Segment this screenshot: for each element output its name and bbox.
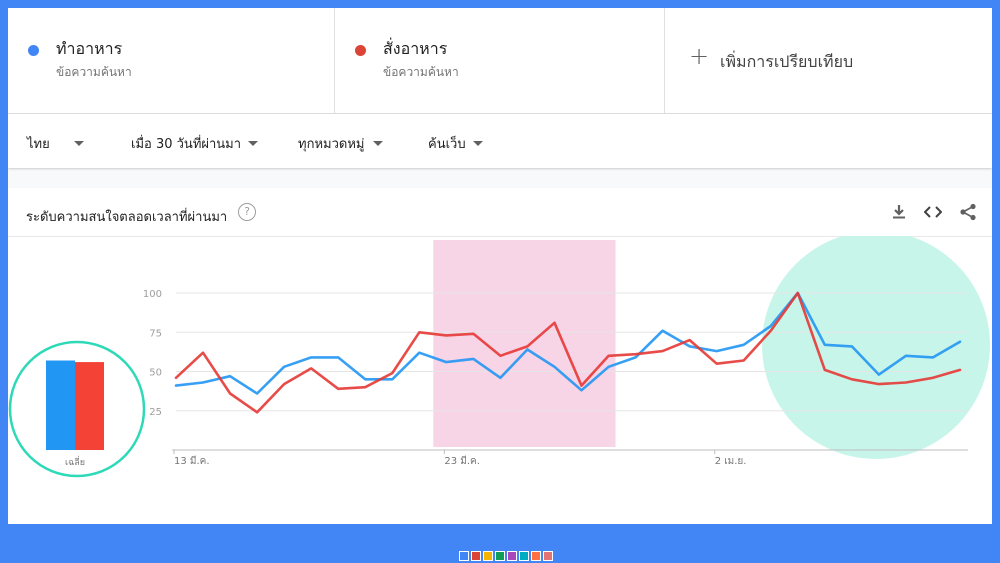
download-icon[interactable]: [887, 200, 911, 224]
category-dropdown[interactable]: ทุกหมวดหมู่: [298, 133, 384, 154]
color-palette: [459, 551, 553, 561]
region-value: ไทย: [27, 137, 50, 152]
question-icon[interactable]: ?: [238, 203, 256, 221]
compare-bar: ทำอาหาร ข้อความค้นหา สั่งอาหาร ข้อความค้…: [8, 8, 992, 114]
palette-swatch: [483, 551, 493, 561]
add-comparison-button[interactable]: + เพิ่มการเปรียบเทียบ: [665, 8, 992, 113]
region-dropdown[interactable]: ไทย: [27, 133, 84, 154]
interest-over-time-card: ระดับความสนใจตลอดเวลาที่ผ่านมา ? 25 50 75 1…: [8, 188, 992, 524]
y-tick-label: 100: [143, 289, 162, 300]
trends-panel: ทำอาหาร ข้อความค้นหา สั่งอาหาร ข้อความค้…: [8, 8, 992, 524]
palette-swatch: [471, 551, 481, 561]
chevron-down-icon: [248, 141, 259, 146]
average-bar: [46, 360, 75, 450]
palette-swatch: [495, 551, 505, 561]
y-tick-label: 75: [149, 328, 162, 339]
category-value: ทุกหมวดหมู่: [298, 137, 365, 152]
plus-icon: +: [689, 42, 710, 70]
x-tick-label: 23 มี.ค.: [444, 455, 480, 467]
term-card-2[interactable]: สั่งอาหาร ข้อความค้นหา: [335, 8, 665, 113]
term-card-1[interactable]: ทำอาหาร ข้อความค้นหา: [8, 8, 335, 113]
average-bar: [75, 362, 104, 450]
palette-swatch: [543, 551, 553, 561]
x-tick-label: 2 เม.ย.: [715, 456, 747, 467]
filter-bar: ไทย เมื่อ 30 วันที่ผ่านมา ทุกหมวดหมู่ ค้…: [8, 114, 992, 168]
chevron-down-icon: [472, 141, 483, 146]
palette-swatch: [519, 551, 529, 561]
palette-swatch: [459, 551, 469, 561]
chevron-down-icon: [373, 141, 384, 146]
term-name[interactable]: ทำอาหาร: [56, 37, 122, 62]
chevron-down-icon: [73, 141, 84, 146]
search-type-value: ค้นเว็บ: [428, 137, 466, 152]
term-type: ข้อความค้นหา: [56, 65, 132, 79]
y-tick-label: 25: [149, 407, 162, 418]
time-range-value: เมื่อ 30 วันที่ผ่านมา: [131, 137, 242, 152]
add-comparison-label: เพิ่มการเปรียบเทียบ: [720, 52, 854, 71]
time-range-dropdown[interactable]: เมื่อ 30 วันที่ผ่านมา: [131, 133, 259, 154]
x-tick-label: 13 มี.ค.: [174, 455, 210, 467]
search-type-dropdown[interactable]: ค้นเว็บ: [428, 133, 483, 154]
embed-icon[interactable]: [921, 200, 945, 224]
term-color-dot: [355, 45, 366, 56]
average-label: เฉลี่ย: [65, 455, 85, 468]
highlight-circle: [762, 236, 990, 459]
palette-swatch: [531, 551, 541, 561]
share-icon[interactable]: [956, 200, 980, 224]
term-name[interactable]: สั่งอาหาร: [383, 37, 447, 62]
term-color-dot: [28, 45, 39, 56]
palette-swatch: [507, 551, 517, 561]
chart-svg: 25 50 75 100 13 มี.ค. 23 มี.ค. 2 เม.ย. เฉลี่ย: [8, 236, 990, 478]
highlight-band: [433, 240, 616, 447]
term-type: ข้อความค้นหา: [383, 65, 459, 79]
y-tick-label: 50: [149, 368, 162, 379]
card-title: ระดับความสนใจตลอดเวลาที่ผ่านมา: [26, 210, 228, 225]
